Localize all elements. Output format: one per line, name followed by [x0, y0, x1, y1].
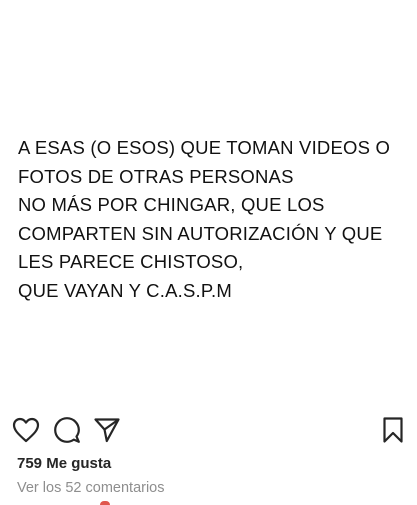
next-row-partial — [0, 501, 417, 505]
action-bar — [0, 415, 417, 449]
image-text-line: FOTOS DE OTRAS PERSONAS — [18, 165, 294, 187]
comment-icon[interactable] — [52, 415, 82, 445]
image-text-line: COMPARTEN SIN AUTORIZACIÓN Y QUE — [18, 222, 383, 244]
share-icon[interactable] — [92, 415, 122, 445]
bookmark-icon[interactable] — [378, 415, 408, 445]
image-text-line: NO MÁS POR CHINGAR, QUE LOS — [18, 194, 325, 215]
likes-count[interactable]: 759 Me gusta — [17, 455, 111, 472]
post-image: A ESAS (O ESOS) QUE TOMAN VIDEOS O FOTOS… — [0, 0, 417, 408]
view-comments-link[interactable]: Ver los 52 comentarios — [17, 480, 165, 496]
image-text-line: A ESAS (O ESOS) QUE TOMAN VIDEOS O — [18, 137, 391, 158]
image-text-line: QUE VAYAN Y C.A.S.P.M — [18, 279, 232, 301]
heart-icon[interactable] — [11, 415, 41, 445]
heart-icon — [100, 501, 110, 505]
image-text-line: LES PARECE CHISTOSO, — [18, 251, 244, 272]
instagram-post: A ESAS (O ESOS) QUE TOMAN VIDEOS O FOTOS… — [0, 0, 417, 505]
image-text: A ESAS (O ESOS) QUE TOMAN VIDEOS O FOTOS… — [18, 134, 398, 305]
